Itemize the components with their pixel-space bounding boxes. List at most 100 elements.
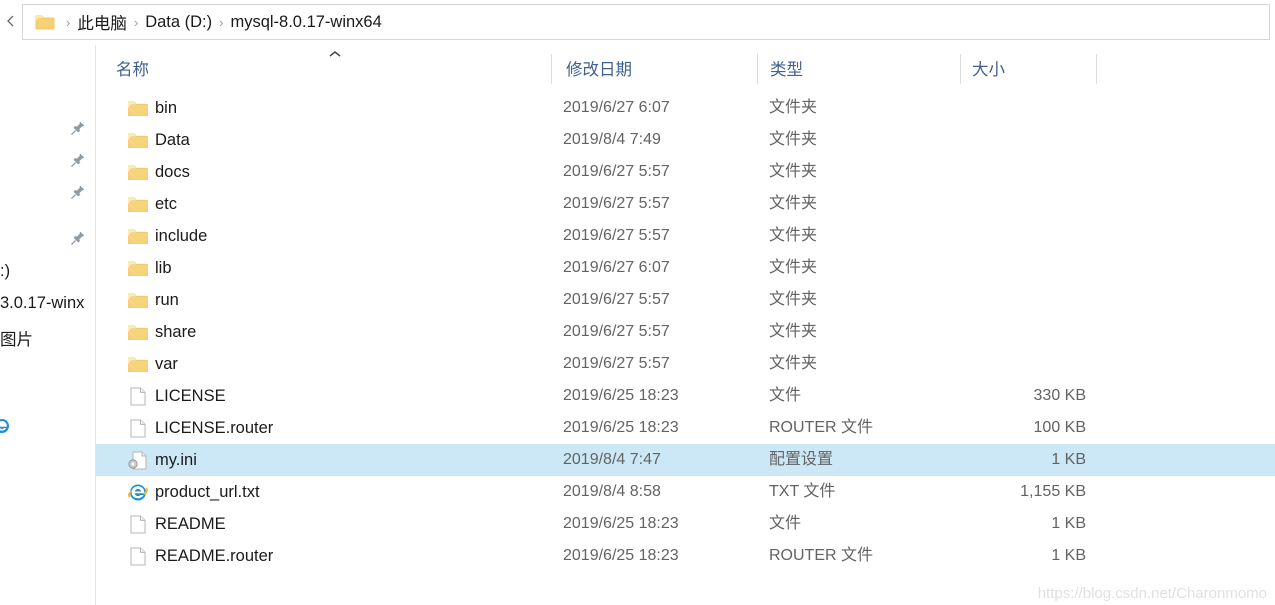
breadcrumb-current-folder[interactable]: mysql-8.0.17-winx64 (230, 13, 381, 32)
file-type: 文件 (769, 515, 802, 532)
file-name[interactable]: run (155, 284, 179, 316)
file-size (886, 284, 1086, 316)
column-divider[interactable] (960, 54, 961, 84)
column-header-row: 名称 修改日期 类型 大小 (96, 45, 1275, 91)
file-size (886, 188, 1086, 220)
folder-icon (35, 14, 55, 31)
file-name[interactable]: docs (155, 156, 190, 188)
file-type: ROUTER 文件 (769, 547, 874, 564)
file-date-modified: 2019/6/25 18:23 (563, 419, 679, 436)
file-type: 文件夹 (769, 227, 818, 244)
column-divider[interactable] (1096, 54, 1097, 84)
file-size: 330 KB (1033, 387, 1086, 404)
file-row[interactable]: product_url.txt 2019/8/4 8:58 TXT 文件 1,155 … (96, 476, 1275, 508)
column-header-size[interactable]: 大小 (972, 45, 1005, 91)
folder-icon (127, 291, 148, 310)
generic-file-icon (128, 419, 148, 438)
pin-icon[interactable] (70, 120, 86, 136)
file-row[interactable]: docs 2019/6/27 5:57 文件夹 (96, 156, 1275, 188)
file-date-modified: 2019/6/27 5:57 (563, 195, 670, 212)
file-row[interactable]: README 2019/6/25 18:23 文件 1 KB (96, 508, 1275, 540)
file-name[interactable]: LICENSE.router (155, 412, 273, 444)
pin-icon[interactable] (70, 230, 86, 246)
file-row[interactable]: README.router 2019/6/25 18:23 ROUTER 文件 1 K… (96, 540, 1275, 572)
column-divider[interactable] (551, 54, 552, 84)
file-row[interactable]: my.ini 2019/8/4 7:47 配置设置 1 KB (96, 444, 1275, 476)
file-name[interactable]: bin (155, 92, 177, 124)
config-settings-icon (128, 451, 148, 470)
column-header-label: 类型 (770, 61, 803, 79)
generic-file-icon (128, 387, 148, 406)
file-row[interactable]: run 2019/6/27 5:57 文件夹 (96, 284, 1275, 316)
file-date-modified: 2019/6/27 6:07 (563, 259, 670, 276)
chevron-left-icon[interactable] (4, 14, 18, 28)
breadcrumb-separator[interactable]: › (212, 16, 230, 29)
file-row[interactable]: LICENSE 2019/6/25 18:23 文件 330 KB (96, 380, 1275, 412)
file-size (886, 92, 1086, 124)
file-list[interactable]: bin 2019/6/27 6:07 文件夹 Data 2019/8/4 7:49 文件夹… (96, 92, 1275, 605)
file-explorer-window: › 此电脑 › Data (D:) › mysql-8.0.17-winx64 … (0, 0, 1275, 605)
address-bar[interactable]: › 此电脑 › Data (D:) › mysql-8.0.17-winx64 (22, 4, 1270, 40)
navigation-item-label[interactable]: 3.0.17-winx (0, 294, 84, 313)
file-type: 配置设置 (769, 451, 834, 468)
file-date-modified: 2019/6/27 6:07 (563, 99, 670, 116)
file-name[interactable]: README (155, 508, 226, 540)
file-name[interactable]: LICENSE (155, 380, 226, 412)
file-type: 文件夹 (769, 195, 818, 212)
file-name[interactable]: my.ini (155, 444, 197, 476)
edge-icon[interactable] (0, 418, 10, 434)
column-header-name[interactable]: 名称 (116, 45, 149, 91)
file-row[interactable]: include 2019/6/27 5:57 文件夹 (96, 220, 1275, 252)
file-name[interactable]: include (155, 220, 207, 252)
breadcrumb-separator[interactable]: › (127, 16, 145, 29)
file-date-modified: 2019/6/27 5:57 (563, 323, 670, 340)
column-header-label: 修改日期 (566, 61, 632, 79)
file-date-modified: 2019/6/27 5:57 (563, 227, 670, 244)
file-row[interactable]: Data 2019/8/4 7:49 文件夹 (96, 124, 1275, 156)
column-header-date-modified[interactable]: 修改日期 (566, 45, 632, 91)
file-type: 文件 (769, 387, 802, 404)
folder-icon (127, 227, 148, 246)
file-name[interactable]: lib (155, 252, 172, 284)
file-name[interactable]: etc (155, 188, 177, 220)
file-size (886, 348, 1086, 380)
file-size: 1 KB (1051, 515, 1086, 532)
file-name[interactable]: Data (155, 124, 190, 156)
watermark-text: https://blog.csdn.net/Charonmomo (1037, 585, 1267, 602)
folder-icon (127, 163, 148, 182)
generic-file-icon (128, 547, 148, 566)
file-name[interactable]: README.router (155, 540, 273, 572)
pin-icon[interactable] (70, 184, 86, 200)
column-divider[interactable] (757, 54, 758, 84)
file-date-modified: 2019/8/4 7:49 (563, 131, 661, 148)
file-type: 文件夹 (769, 291, 818, 308)
navigation-item-label[interactable]: 图片 (0, 326, 33, 350)
file-size: 1,155 KB (1020, 483, 1086, 500)
breadcrumb-this-pc[interactable]: 此电脑 (77, 10, 127, 34)
file-row[interactable]: lib 2019/6/27 6:07 文件夹 (96, 252, 1275, 284)
file-name[interactable]: product_url.txt (155, 476, 260, 508)
breadcrumb-data-drive[interactable]: Data (D:) (145, 13, 212, 32)
file-row[interactable]: share 2019/6/27 5:57 文件夹 (96, 316, 1275, 348)
file-row[interactable]: var 2019/6/27 5:57 文件夹 (96, 348, 1275, 380)
pin-icon[interactable] (70, 152, 86, 168)
file-size: 1 KB (1051, 547, 1086, 564)
file-name[interactable]: var (155, 348, 178, 380)
file-name[interactable]: share (155, 316, 196, 348)
file-row[interactable]: LICENSE.router 2019/6/25 18:23 ROUTER 文件 10… (96, 412, 1275, 444)
breadcrumb-separator[interactable]: › (59, 16, 77, 29)
file-type: 文件夹 (769, 259, 818, 276)
file-type: 文件夹 (769, 323, 818, 340)
file-row[interactable]: etc 2019/6/27 5:57 文件夹 (96, 188, 1275, 220)
file-type: 文件夹 (769, 131, 818, 148)
file-row[interactable]: bin 2019/6/27 6:07 文件夹 (96, 92, 1275, 124)
file-date-modified: 2019/6/25 18:23 (563, 515, 679, 532)
file-type: 文件夹 (769, 99, 818, 116)
file-date-modified: 2019/8/4 7:47 (563, 451, 661, 468)
file-size (886, 316, 1086, 348)
navigation-item-label[interactable]: :) (0, 262, 10, 281)
sort-ascending-icon[interactable] (328, 46, 342, 57)
column-header-type[interactable]: 类型 (770, 45, 803, 91)
file-size (886, 156, 1086, 188)
file-size (886, 252, 1086, 284)
